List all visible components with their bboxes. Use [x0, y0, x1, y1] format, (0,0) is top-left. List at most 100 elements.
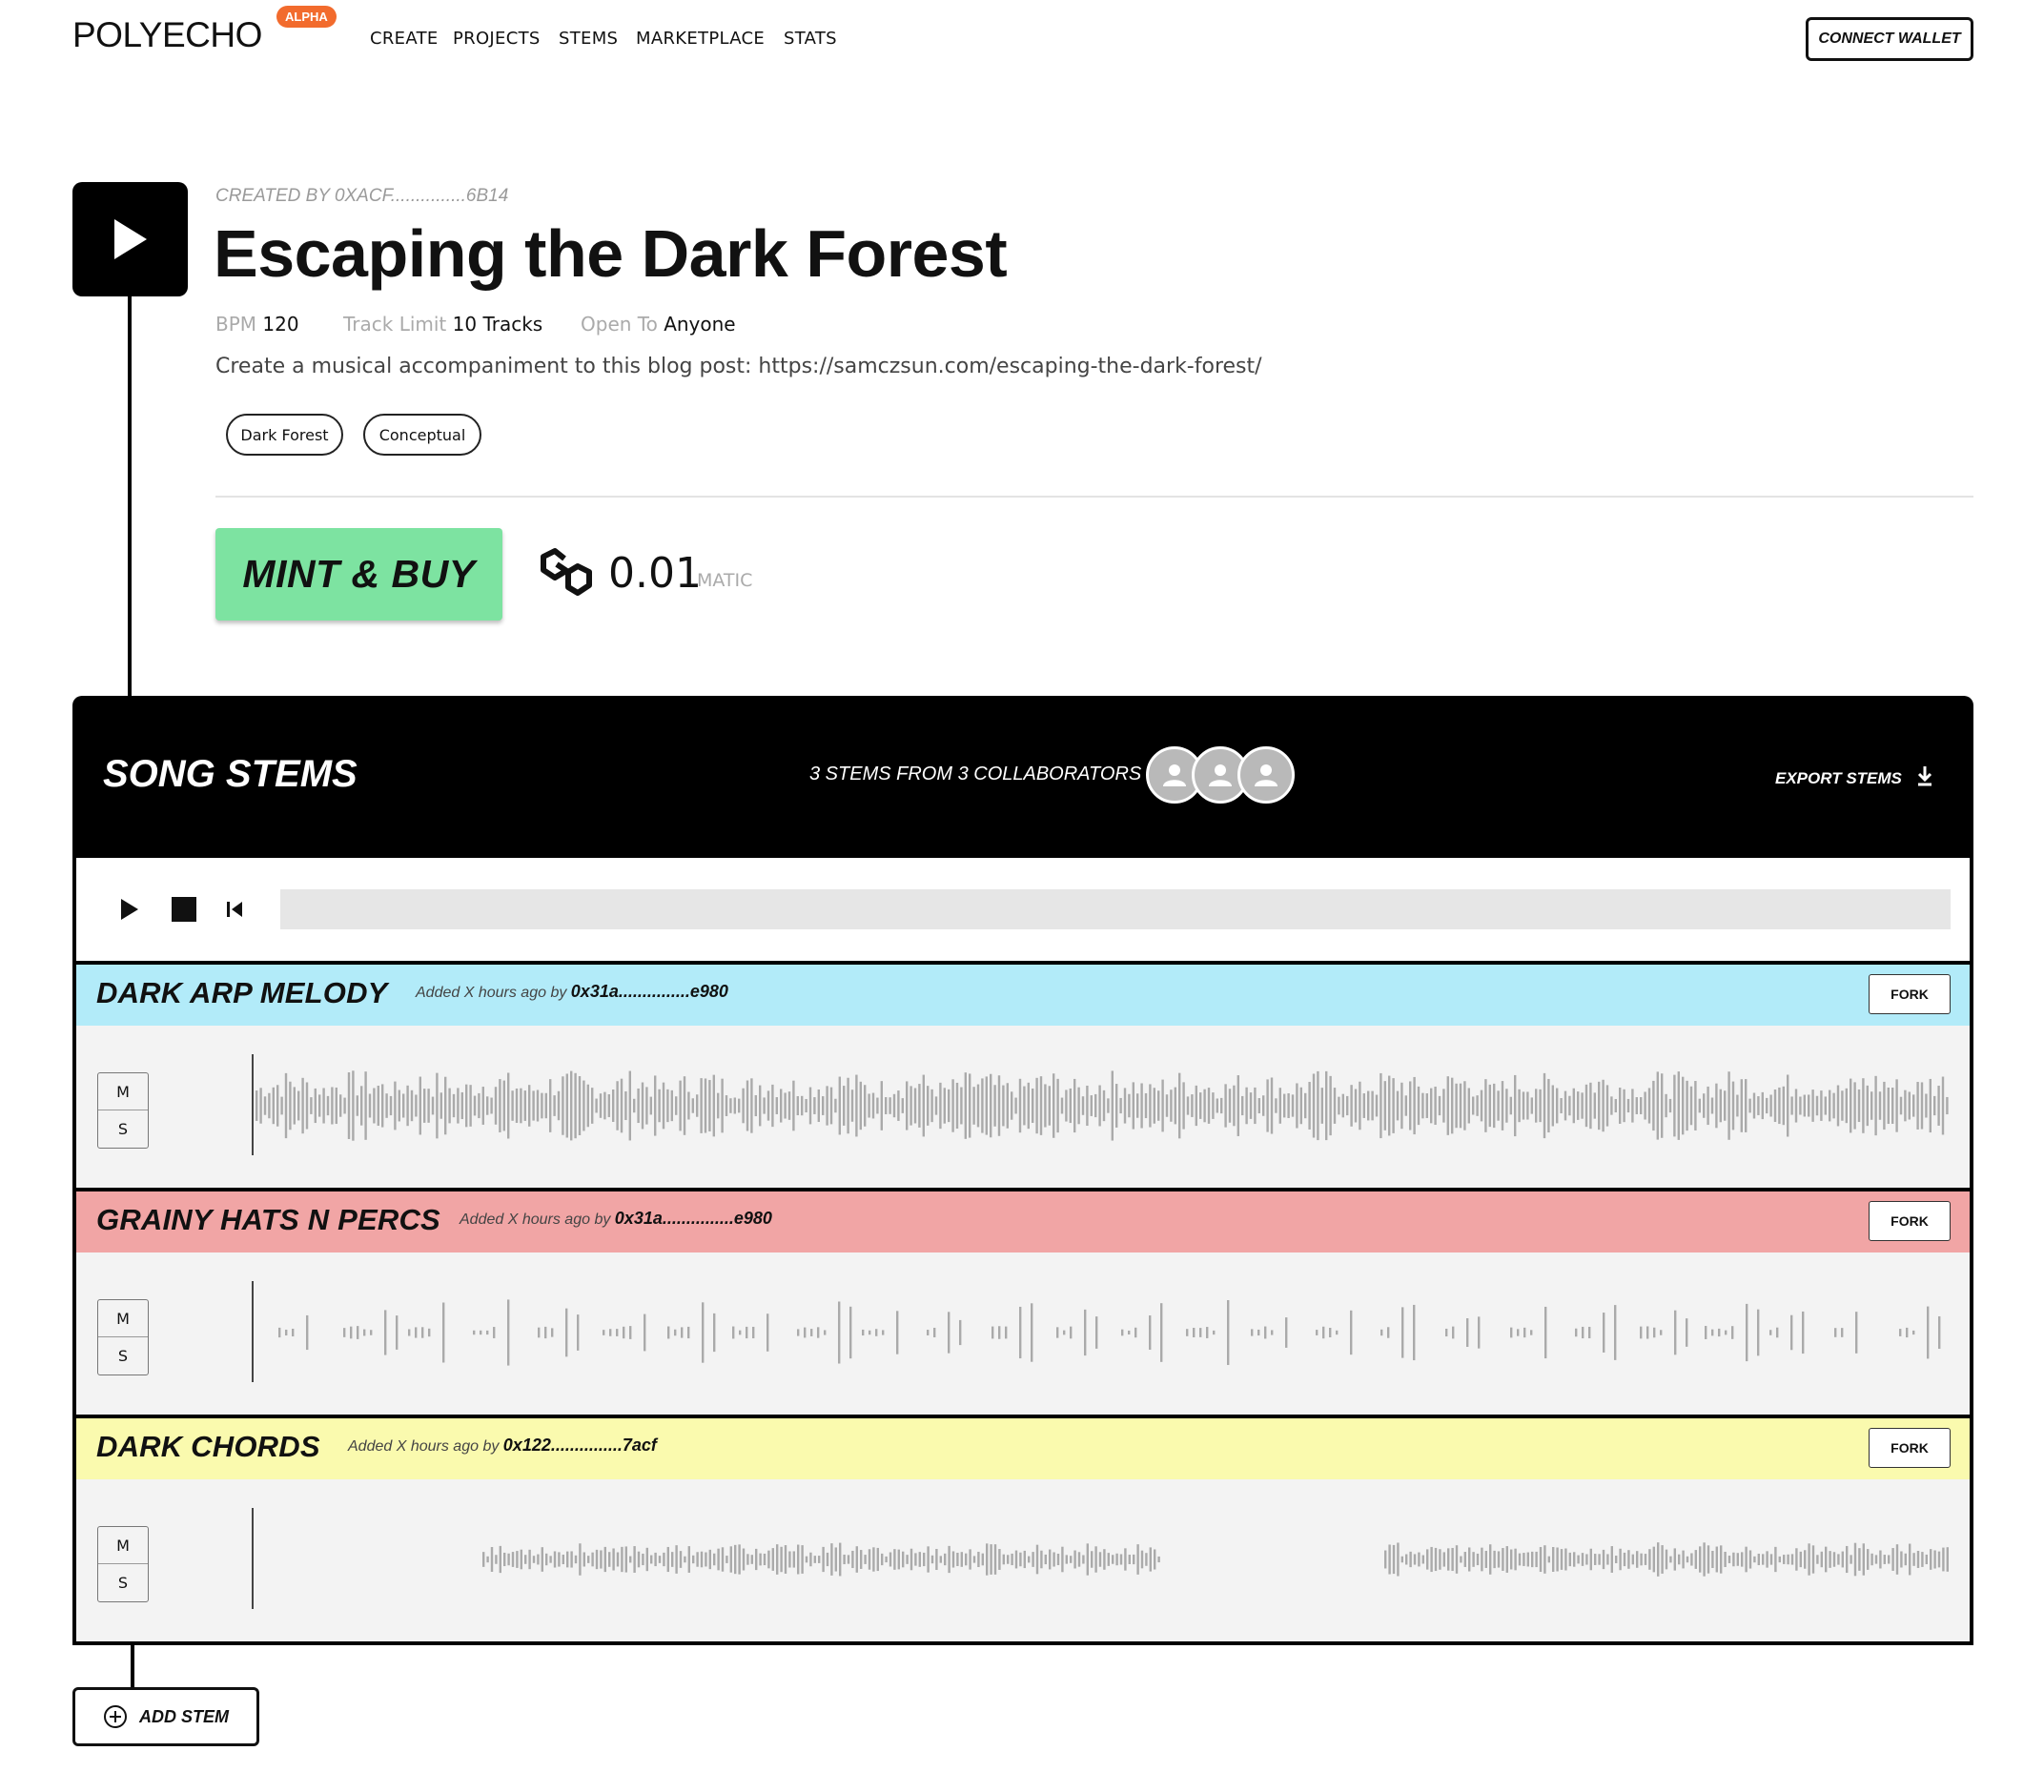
waveform-bar [1346, 1095, 1349, 1116]
fork-button[interactable]: FORK [1869, 974, 1951, 1014]
waveform-bar [913, 1088, 917, 1124]
waveform-bar [1753, 1556, 1756, 1563]
mute-button[interactable]: M [98, 1073, 148, 1110]
waveform-bar [553, 1095, 556, 1116]
waveform-bar [1220, 1097, 1223, 1114]
matic-icon [541, 548, 592, 596]
waveform-bar [1442, 1552, 1445, 1567]
solo-button[interactable]: S [98, 1110, 148, 1148]
waveform-bar [1795, 1548, 1798, 1571]
waveform-bar [808, 1087, 812, 1125]
waveform-bar [1392, 1078, 1395, 1133]
waveform-bar [421, 1327, 424, 1338]
tag-dark-forest[interactable]: Dark Forest [226, 414, 343, 456]
waveform-bar [1603, 1313, 1605, 1353]
waveform-bar [1522, 1091, 1525, 1120]
timeline-scrubber[interactable] [280, 889, 1951, 929]
waveform-bar [609, 1329, 612, 1336]
waveform-bar [797, 1544, 800, 1575]
waveform-bar [977, 1551, 980, 1568]
waveform-bar [864, 1085, 867, 1127]
fork-button[interactable]: FORK [1869, 1201, 1951, 1241]
mute-button[interactable]: M [98, 1527, 148, 1564]
track-author[interactable]: 0x122...............7acf [503, 1436, 657, 1455]
waveform-bar [817, 1327, 820, 1338]
waveform-bar [629, 1556, 632, 1563]
waveform-bar [1834, 1328, 1837, 1337]
waveform-bar [1862, 1543, 1865, 1576]
waveform-bar [1678, 1554, 1681, 1565]
waveform-bar [1007, 1555, 1010, 1564]
mint-and-buy-button[interactable]: MINT & BUY [215, 528, 502, 621]
waveform-bar [1213, 1330, 1216, 1335]
waveform-bar [507, 1553, 510, 1566]
nav-stems[interactable]: STEMS [559, 29, 618, 49]
skip-back-icon[interactable] [225, 900, 244, 919]
track-author[interactable]: 0x31a...............e980 [571, 982, 728, 1001]
waveform-bar [922, 1074, 925, 1137]
waveform-bar [1157, 1090, 1160, 1121]
waveform-bar [1762, 1554, 1765, 1565]
nav-create[interactable]: CREATE [370, 29, 439, 49]
waveform-bar [558, 1552, 561, 1567]
waveform-bar [1593, 1092, 1596, 1119]
tag-conceptual[interactable]: Conceptual [363, 414, 481, 456]
waveform-bar [855, 1546, 858, 1573]
play-project-button[interactable] [72, 182, 188, 296]
waveform-bar [876, 1547, 879, 1572]
waveform-bar [674, 1329, 677, 1336]
waveform-bar [1102, 1089, 1106, 1122]
waveform-bar [750, 1078, 753, 1133]
waveform-bar [486, 1330, 489, 1335]
waveform-bar [813, 1097, 816, 1114]
add-stem-button[interactable]: ADD STEM [72, 1687, 259, 1746]
waveform-bar [1501, 1081, 1504, 1130]
waveform-bar [1245, 1087, 1248, 1125]
waveform-bar [1133, 1554, 1135, 1565]
export-stems-button[interactable]: EXPORT STEMS [1775, 765, 1933, 788]
waveform-bar [1640, 1097, 1643, 1114]
waveform-bar [1829, 1551, 1831, 1568]
avatar[interactable] [1237, 746, 1295, 804]
waveform-bar [1606, 1554, 1609, 1565]
waveform-bar [934, 1096, 938, 1115]
waveform-bar [448, 1088, 451, 1124]
nav-projects[interactable]: PROJECTS [453, 29, 541, 49]
mute-button[interactable]: M [98, 1300, 148, 1337]
waveform-bar [1862, 1078, 1865, 1133]
solo-button[interactable]: S [98, 1564, 148, 1601]
waveform-bar [1497, 1551, 1501, 1568]
track-author[interactable]: 0x31a...............e980 [615, 1209, 772, 1228]
waveform-bar [1467, 1088, 1470, 1124]
waveform-bar [650, 1555, 653, 1564]
stop-icon[interactable] [172, 897, 196, 922]
waveform-bar [578, 1075, 582, 1136]
waveform-bar [1686, 1318, 1688, 1347]
waveform-bar [511, 1090, 514, 1121]
waveform-bar [746, 1554, 749, 1565]
waveform-bar [1648, 1549, 1651, 1570]
waveform-bar [1518, 1553, 1522, 1566]
added-text: Added X hours ago by [416, 985, 567, 1001]
waveform[interactable] [254, 1507, 1951, 1612]
nav-marketplace[interactable]: MARKETPLACE [636, 29, 765, 49]
waveform-bar [285, 1329, 288, 1336]
fork-button[interactable]: FORK [1869, 1428, 1951, 1468]
waveform[interactable] [254, 1053, 1951, 1158]
waveform-bar [331, 1087, 334, 1125]
waveform-bar [1720, 1545, 1723, 1574]
waveform-bar [1478, 1316, 1481, 1349]
waveform-bar [583, 1080, 585, 1131]
waveform-bar [792, 1551, 795, 1568]
waveform-bar [1333, 1088, 1337, 1124]
waveform-bar [847, 1555, 850, 1564]
logo[interactable]: POLYECHO [72, 15, 262, 55]
nav-stats[interactable]: STATS [784, 29, 837, 49]
play-icon[interactable] [118, 896, 141, 923]
solo-button[interactable]: S [98, 1337, 148, 1375]
waveform[interactable] [254, 1280, 1951, 1385]
connect-wallet-button[interactable]: CONNECT WALLET [1806, 17, 1973, 61]
waveform-bar [1543, 1545, 1546, 1574]
waveform-bar [1081, 1096, 1085, 1115]
waveform-bar [1727, 1556, 1731, 1563]
